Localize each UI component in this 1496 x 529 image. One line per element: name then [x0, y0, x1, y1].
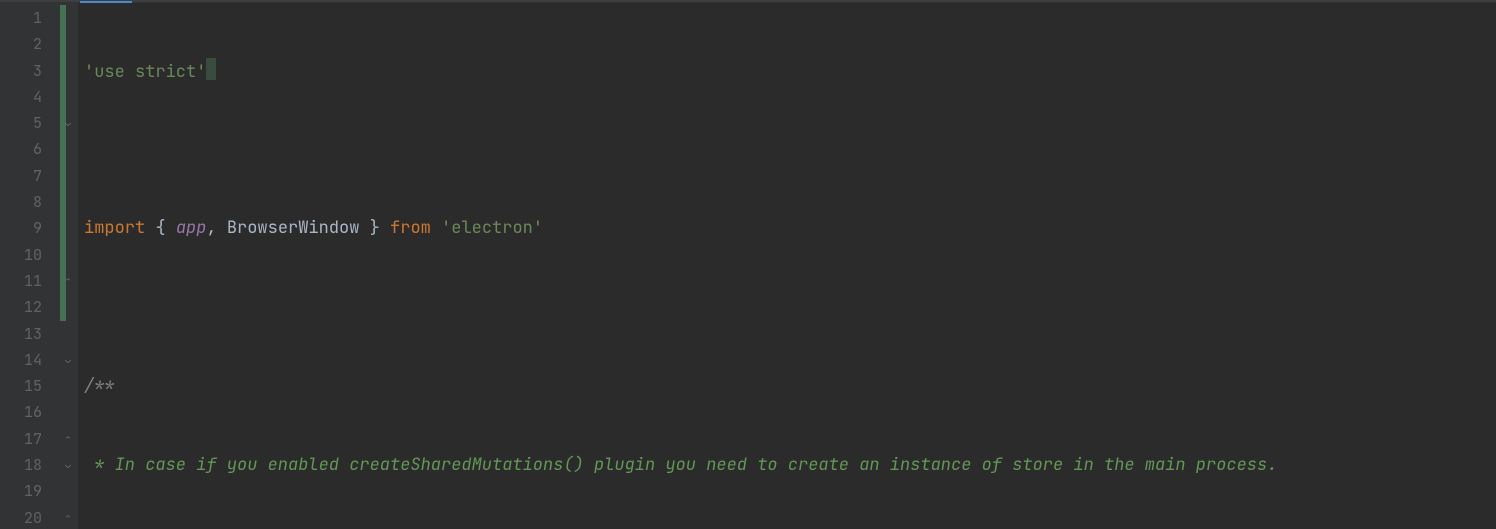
- identifier-app: app: [176, 217, 207, 239]
- line-number[interactable]: 6: [0, 136, 42, 162]
- fold-cell: [66, 189, 78, 215]
- fold-open-icon[interactable]: ⌄: [65, 355, 75, 365]
- code-line[interactable]: * In case if you enabled createSharedMut…: [84, 452, 1496, 478]
- fold-cell: [66, 58, 78, 84]
- line-number[interactable]: 10: [0, 242, 42, 268]
- trailing-highlight: [206, 58, 216, 80]
- line-number[interactable]: 19: [0, 478, 42, 504]
- comma: ,: [206, 217, 226, 239]
- space: [431, 217, 441, 239]
- line-number[interactable]: 16: [0, 399, 42, 425]
- fold-cell: [66, 399, 78, 425]
- fold-cell: ⌄: [66, 110, 78, 136]
- fold-cell: [66, 136, 78, 162]
- fold-cell: ⌃: [66, 268, 78, 294]
- fold-gutter[interactable]: ⌄ ⌃ ⌄ ⌃ ⌄ ⌃: [66, 3, 78, 529]
- fold-open-icon[interactable]: ⌄: [65, 118, 75, 128]
- fold-cell: [66, 242, 78, 268]
- line-number[interactable]: 7: [0, 163, 42, 189]
- string-literal: 'electron': [441, 217, 543, 239]
- fold-close-icon[interactable]: ⌃: [65, 276, 75, 286]
- fold-cell: [66, 84, 78, 110]
- line-number[interactable]: 11: [0, 268, 42, 294]
- line-number[interactable]: 17: [0, 426, 42, 452]
- line-number[interactable]: 3: [0, 58, 42, 84]
- fold-cell: [66, 215, 78, 241]
- fold-cell: [66, 163, 78, 189]
- line-number[interactable]: 5: [0, 110, 42, 136]
- brace: }: [359, 217, 390, 239]
- fold-cell: [66, 373, 78, 399]
- line-number[interactable]: 12: [0, 294, 42, 320]
- fold-cell: ⌃: [66, 426, 78, 452]
- line-number[interactable]: 2: [0, 31, 42, 57]
- keyword-import: import: [84, 217, 145, 239]
- doc-comment-open: /**: [84, 375, 115, 397]
- line-number[interactable]: 15: [0, 373, 42, 399]
- line-number-gutter[interactable]: 1234567891011121314151617181920: [0, 3, 60, 529]
- fold-cell: [66, 31, 78, 57]
- fold-close-icon[interactable]: ⌃: [65, 513, 75, 523]
- keyword-from: from: [390, 217, 431, 239]
- fold-open-icon[interactable]: ⌄: [65, 460, 75, 470]
- line-number[interactable]: 1: [0, 5, 42, 31]
- fold-cell: [66, 478, 78, 504]
- string-literal: 'use strict': [84, 61, 206, 83]
- code-editor[interactable]: 1234567891011121314151617181920 ⌄⌃⌄⌃⌄⌃ '…: [0, 3, 1496, 529]
- line-number[interactable]: 8: [0, 189, 42, 215]
- fold-cell: [66, 321, 78, 347]
- fold-cell: ⌄: [66, 347, 78, 373]
- line-number[interactable]: 14: [0, 347, 42, 373]
- brace: {: [145, 217, 176, 239]
- fold-cell: ⌄: [66, 452, 78, 478]
- code-line[interactable]: [84, 294, 1496, 320]
- doc-comment: * In case if you enabled createSharedMut…: [84, 454, 1277, 476]
- line-number[interactable]: 20: [0, 505, 42, 529]
- fold-cell: [66, 5, 78, 31]
- code-line[interactable]: [84, 136, 1496, 162]
- line-number[interactable]: 4: [0, 84, 42, 110]
- identifier-browserwindow: BrowserWindow: [227, 217, 360, 239]
- fold-cell: ⌃: [66, 505, 78, 529]
- code-line[interactable]: /**: [84, 373, 1496, 399]
- line-number[interactable]: 18: [0, 452, 42, 478]
- fold-close-icon[interactable]: ⌃: [65, 434, 75, 444]
- code-area[interactable]: 'use strict' import { app, BrowserWindow…: [78, 3, 1496, 529]
- line-number[interactable]: 13: [0, 321, 42, 347]
- line-number[interactable]: 9: [0, 215, 42, 241]
- code-line[interactable]: 'use strict': [84, 58, 1496, 84]
- fold-cell: [66, 294, 78, 320]
- code-line[interactable]: import { app, BrowserWindow } from 'elec…: [84, 215, 1496, 241]
